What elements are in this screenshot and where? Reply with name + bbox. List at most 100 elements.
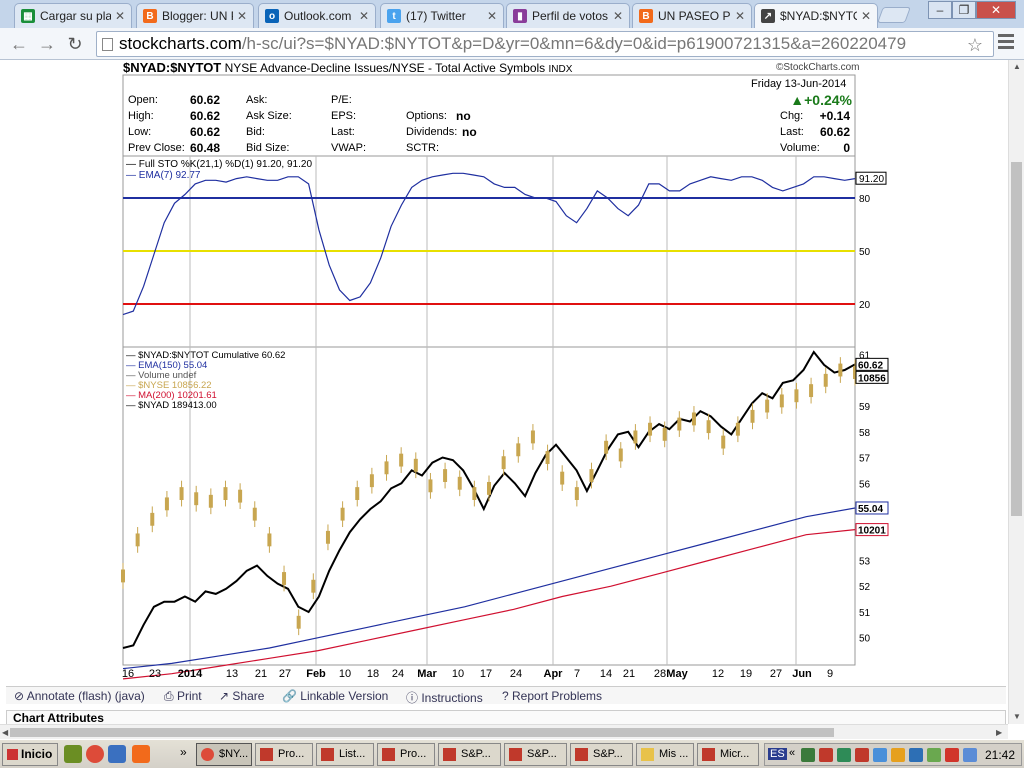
taskbar-item-label: S&P... (461, 748, 491, 760)
bookmark-star-icon[interactable]: ☆ (967, 33, 983, 56)
sto-last-value-label: 91.20 (859, 174, 884, 185)
taskbar: Inicio » $NY... Pro... List... Pro... S&… (0, 739, 1024, 768)
nyse-bar-body (735, 422, 740, 436)
scroll-right-icon[interactable]: ▶ (996, 728, 1002, 737)
explorer-icon[interactable] (108, 745, 126, 763)
windows-logo-icon (7, 749, 18, 760)
close-icon[interactable]: ✕ (613, 9, 623, 23)
start-label: Inicio (21, 747, 53, 761)
linkable-version-link[interactable]: 🔗 Linkable Version (282, 689, 388, 703)
share-link[interactable]: ↗ Share (219, 689, 264, 703)
linkable-label: Linkable Version (300, 689, 389, 703)
scroll-up-icon[interactable]: ▲ (1013, 62, 1021, 71)
nyse-bar-body (721, 435, 726, 449)
tray-app-icon[interactable] (837, 748, 851, 762)
annotate-icon: ⊘ (14, 689, 27, 703)
blogger-icon: B (639, 9, 653, 23)
horizontal-scroll-thumb[interactable] (10, 728, 834, 737)
taskbar-item-micr[interactable]: Micr... (697, 743, 759, 766)
blogger-icon[interactable] (132, 745, 150, 763)
x-tick-label: 27 (279, 668, 291, 680)
instructions-label: Instructions (421, 691, 483, 705)
close-window-button[interactable]: ✕ (976, 1, 1016, 19)
address-bar[interactable]: stockcharts.com/h-sc/ui?s=$NYAD:$NYTOT&p… (96, 31, 994, 57)
close-icon[interactable]: ✕ (237, 9, 247, 23)
nyse-bar-body (648, 422, 653, 436)
language-indicator[interactable]: ES (768, 748, 787, 760)
back-arrow-icon[interactable]: ← (8, 33, 30, 55)
reload-icon[interactable]: ↻ (64, 33, 86, 55)
taskbar-item-sp-2[interactable]: S&P... (504, 743, 567, 766)
price-value-label: 55.04 (858, 504, 883, 515)
x-tick-label: 2014 (178, 668, 203, 680)
network-icon[interactable] (927, 748, 941, 762)
chrome-icon[interactable] (86, 745, 104, 763)
y-tick-label: 53 (859, 556, 871, 567)
close-icon[interactable]: ✕ (359, 9, 369, 23)
tray-expand-icon[interactable]: « (789, 747, 795, 759)
taskbar-item-nyad[interactable]: $NY... (196, 743, 252, 766)
scroll-down-icon[interactable]: ▼ (1013, 712, 1021, 721)
nyse-bar-body (487, 481, 491, 495)
close-icon[interactable]: ✕ (487, 9, 497, 23)
tray-app-icon[interactable] (891, 748, 905, 762)
share-label: Share (232, 689, 265, 703)
quicklaunch-icon[interactable] (64, 745, 82, 763)
nyse-bar-body (428, 479, 433, 493)
menu-icon[interactable] (998, 34, 1014, 52)
taskbar-item-list[interactable]: List... (316, 743, 374, 766)
volume-icon[interactable] (963, 748, 977, 762)
tab-blogger[interactable]: B Blogger: UN P ✕ (136, 3, 254, 28)
scroll-left-icon[interactable]: ◀ (2, 728, 8, 737)
tab-paseo[interactable]: B UN PASEO PO ✕ (632, 3, 752, 28)
maximize-button[interactable]: ❐ (952, 1, 976, 19)
tab-cargar[interactable]: ▦ Cargar su plat ✕ (14, 3, 132, 28)
horizontal-scrollbar[interactable]: ◀ ▶ (0, 724, 1008, 739)
ati-icon[interactable] (855, 748, 869, 762)
tab-perfil[interactable]: ▮ Perfil de votos ✕ (506, 3, 630, 28)
nyse-bar-body (179, 487, 184, 500)
tray-app-icon[interactable] (801, 748, 815, 762)
nyse-bar-body (501, 456, 506, 470)
taskbar-item-sp-1[interactable]: S&P... (438, 743, 501, 766)
document-icon (443, 748, 456, 761)
close-icon[interactable]: ✕ (735, 9, 745, 23)
bluetooth-icon[interactable] (909, 748, 923, 762)
vertical-scroll-thumb[interactable] (1011, 162, 1022, 516)
close-icon[interactable]: ✕ (115, 9, 125, 23)
close-icon[interactable]: ✕ (861, 9, 871, 23)
forward-arrow-icon[interactable]: → (36, 33, 58, 55)
taskbar-item-pro-2[interactable]: Pro... (377, 743, 435, 766)
tray-app-icon[interactable] (873, 748, 887, 762)
nyse-bar-body (325, 530, 330, 544)
tab-stockcharts[interactable]: ↗ $NYAD:$NYTO ✕ (754, 3, 878, 28)
security-icon[interactable] (945, 748, 959, 762)
taskbar-item-pro-1[interactable]: Pro... (255, 743, 313, 766)
price-value-label: 10201 (858, 526, 886, 537)
x-tick-label: 7 (574, 668, 580, 680)
x-tick-label: 18 (367, 668, 379, 680)
minimize-button[interactable]: – (928, 1, 952, 19)
nyse-bar-body (809, 384, 814, 398)
taskbar-item-mis[interactable]: Mis ... (636, 743, 694, 766)
stock-chart[interactable]: 80502091.20 61595857565352515060.6210856… (0, 60, 1008, 686)
tab-outlook[interactable]: o Outlook.com - ✕ (258, 3, 376, 28)
instructions-link[interactable]: ⓘ Instructions (406, 689, 483, 706)
browser-toolbar: ← → ↻ stockcharts.com/h-sc/ui?s=$NYAD:$N… (0, 28, 1024, 60)
nyse-bar-body (691, 412, 696, 426)
ati-icon[interactable] (819, 748, 833, 762)
nyse-bar-body (794, 389, 799, 403)
new-tab-button[interactable] (877, 7, 911, 23)
annotate-link[interactable]: ⊘ Annotate (flash) (java) (14, 689, 145, 703)
print-link[interactable]: ⎙ Print (164, 689, 202, 704)
x-tick-label: 24 (510, 668, 522, 680)
nyse-bar-body (516, 443, 521, 457)
vertical-scrollbar[interactable]: ▲ ▼ (1008, 60, 1024, 724)
report-problems-link[interactable]: ? Report Problems (502, 689, 602, 703)
tab-twitter[interactable]: t (17) Twitter ✕ (380, 3, 504, 28)
start-button[interactable]: Inicio (2, 743, 58, 766)
nyse-bar-body (633, 430, 638, 444)
nyse-bar-body (545, 451, 550, 464)
taskbar-item-sp-3[interactable]: S&P... (570, 743, 633, 766)
chart-attributes-header[interactable]: Chart Attributes (6, 710, 1006, 724)
